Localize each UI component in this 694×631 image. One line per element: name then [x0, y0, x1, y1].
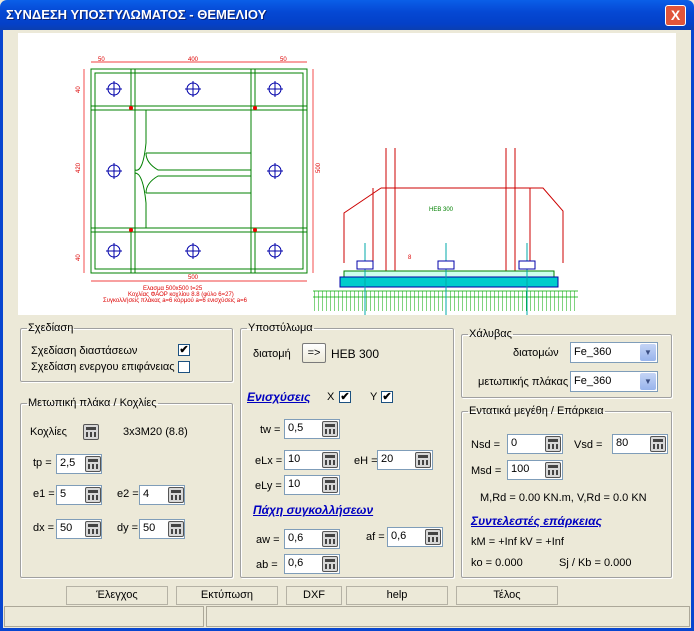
- aw-calc-icon[interactable]: [322, 531, 338, 547]
- result-m: M,Rd = 0.00 KN.m,: [480, 492, 574, 504]
- status-panel-2: [206, 606, 690, 627]
- coefficients-link[interactable]: Συντελεστές επάρκειας: [471, 514, 602, 528]
- tp-calc-icon[interactable]: [85, 456, 101, 472]
- e2-label: e2 =: [117, 488, 139, 500]
- dim-top-right: 50: [280, 57, 287, 63]
- draw-dims-checkbox[interactable]: ✔: [178, 344, 190, 356]
- ab-label: ab =: [256, 559, 278, 571]
- stiffeners-link[interactable]: Ενισχύσεις: [247, 390, 310, 404]
- check-button[interactable]: Έλεγχος: [66, 586, 168, 605]
- vsd-calc-icon[interactable]: [650, 436, 666, 452]
- eh-label: eH =: [354, 455, 378, 467]
- msd-label: Msd =: [471, 465, 502, 477]
- weld-thickness-link[interactable]: Πάχη συγκολλήσεων: [253, 503, 373, 517]
- ko-value: ko = 0.000: [471, 557, 523, 569]
- e1-label: e1 =: [33, 488, 55, 500]
- eh-calc-icon[interactable]: [415, 452, 431, 468]
- connection-drawing: 50 400 50 500 420 500 40 40 Ελασμα 500x5…: [76, 57, 578, 315]
- forces-legend: Εντατικά μεγέθη / Επάρκεια: [469, 405, 604, 417]
- section-label: διατομή: [253, 348, 291, 360]
- bolts-value: 3x3M20 (8.8): [123, 426, 188, 438]
- plan-note-3: Συγκολλήσεις πλάκας a=6 κορμού a=6 ενισχ…: [103, 297, 248, 304]
- msd-calc-icon[interactable]: [545, 462, 561, 478]
- e2-calc-icon[interactable]: [168, 487, 184, 503]
- draw-surface-checkbox[interactable]: [178, 361, 190, 373]
- elev-dim: 8: [408, 255, 412, 261]
- steel-sections-select[interactable]: Fe_360 ▼: [570, 342, 658, 363]
- stiffener-y-checkbox[interactable]: ✔: [381, 391, 393, 403]
- dim-left: 420: [76, 162, 82, 173]
- drawing-options-legend: Σχεδίαση: [28, 322, 74, 334]
- steel-plate-value: Fe_360: [574, 375, 612, 387]
- dim-top-mid: 400: [188, 57, 199, 63]
- status-panel-1: [4, 606, 204, 627]
- nsd-label: Nsd =: [471, 439, 501, 451]
- ely-calc-icon[interactable]: [322, 477, 338, 493]
- ab-calc-icon[interactable]: [322, 556, 338, 572]
- window-title: ΣΥΝΔΕΣΗ ΥΠΟΣΤΥΛΩΜΑΤΟΣ - ΘΕΜΕΛΙΟΥ: [6, 7, 267, 22]
- elx-label: eLx =: [255, 455, 283, 467]
- tw-label: tw =: [260, 424, 281, 436]
- profile-label: HEB 300: [429, 207, 454, 213]
- dim-small-2: 40: [76, 254, 82, 261]
- dy-calc-icon[interactable]: [168, 521, 184, 537]
- dim-right: 500: [316, 162, 322, 173]
- steel-sections-label: διατομών: [513, 347, 559, 359]
- nsd-calc-icon[interactable]: [545, 436, 561, 452]
- result-v: V,Rd = 0.0 KN: [577, 492, 647, 504]
- column-legend: Υποστύλωμα: [248, 322, 313, 334]
- plate-legend: Μετωπική πλάκα / Κοχλίες: [28, 397, 157, 409]
- elx-calc-icon[interactable]: [322, 452, 338, 468]
- vsd-label: Vsd =: [574, 439, 603, 451]
- af-label: af =: [366, 531, 385, 543]
- chevron-down-icon[interactable]: ▼: [640, 344, 656, 361]
- aw-label: aw =: [256, 534, 280, 546]
- dxf-button[interactable]: DXF: [286, 586, 342, 605]
- ely-label: eLy =: [255, 480, 282, 492]
- draw-dims-label: Σχεδίαση διαστάσεων: [31, 345, 138, 357]
- dim-small-1: 40: [76, 86, 82, 93]
- tw-calc-icon[interactable]: [322, 421, 338, 437]
- section-value: HEB 300: [331, 347, 380, 361]
- dim-bottom: 500: [188, 275, 199, 281]
- stiffener-y-label: Y: [370, 391, 378, 403]
- dim-top-left: 50: [98, 57, 105, 63]
- steel-plate-select[interactable]: Fe_360 ▼: [570, 371, 658, 392]
- end-button[interactable]: Τέλος: [456, 586, 558, 605]
- dx-label: dx =: [33, 522, 55, 534]
- sj-kb-value: Sj / Kb = 0.000: [559, 557, 632, 569]
- print-button[interactable]: Εκτύπωση: [176, 586, 278, 605]
- bolts-label: Κοχλίες: [30, 426, 67, 438]
- stiffener-x-label: X: [327, 391, 335, 403]
- af-calc-icon[interactable]: [425, 529, 441, 545]
- km-kv-values: kM = +Inf kV = +Inf: [471, 536, 564, 548]
- close-button[interactable]: X: [665, 5, 686, 26]
- e1-calc-icon[interactable]: [85, 487, 101, 503]
- steel-legend: Χάλυβας: [469, 328, 512, 340]
- help-button[interactable]: help: [346, 586, 448, 605]
- dy-label: dy =: [117, 522, 139, 534]
- dx-calc-icon[interactable]: [85, 521, 101, 537]
- chevron-down-icon[interactable]: ▼: [640, 373, 656, 390]
- stiffener-x-checkbox[interactable]: ✔: [339, 391, 351, 403]
- draw-surface-label: Σχεδίαση ενεργου επιφάνειας: [31, 361, 175, 373]
- drawing-canvas: 50 400 50 500 420 500 40 40 Ελασμα 500x5…: [18, 33, 676, 315]
- steel-plate-label: μετωπικής πλάκας: [478, 376, 569, 388]
- bolts-button[interactable]: [83, 424, 99, 440]
- steel-sections-value: Fe_360: [574, 346, 612, 358]
- section-select-button[interactable]: =>: [302, 343, 326, 363]
- tp-label: tp =: [33, 457, 52, 469]
